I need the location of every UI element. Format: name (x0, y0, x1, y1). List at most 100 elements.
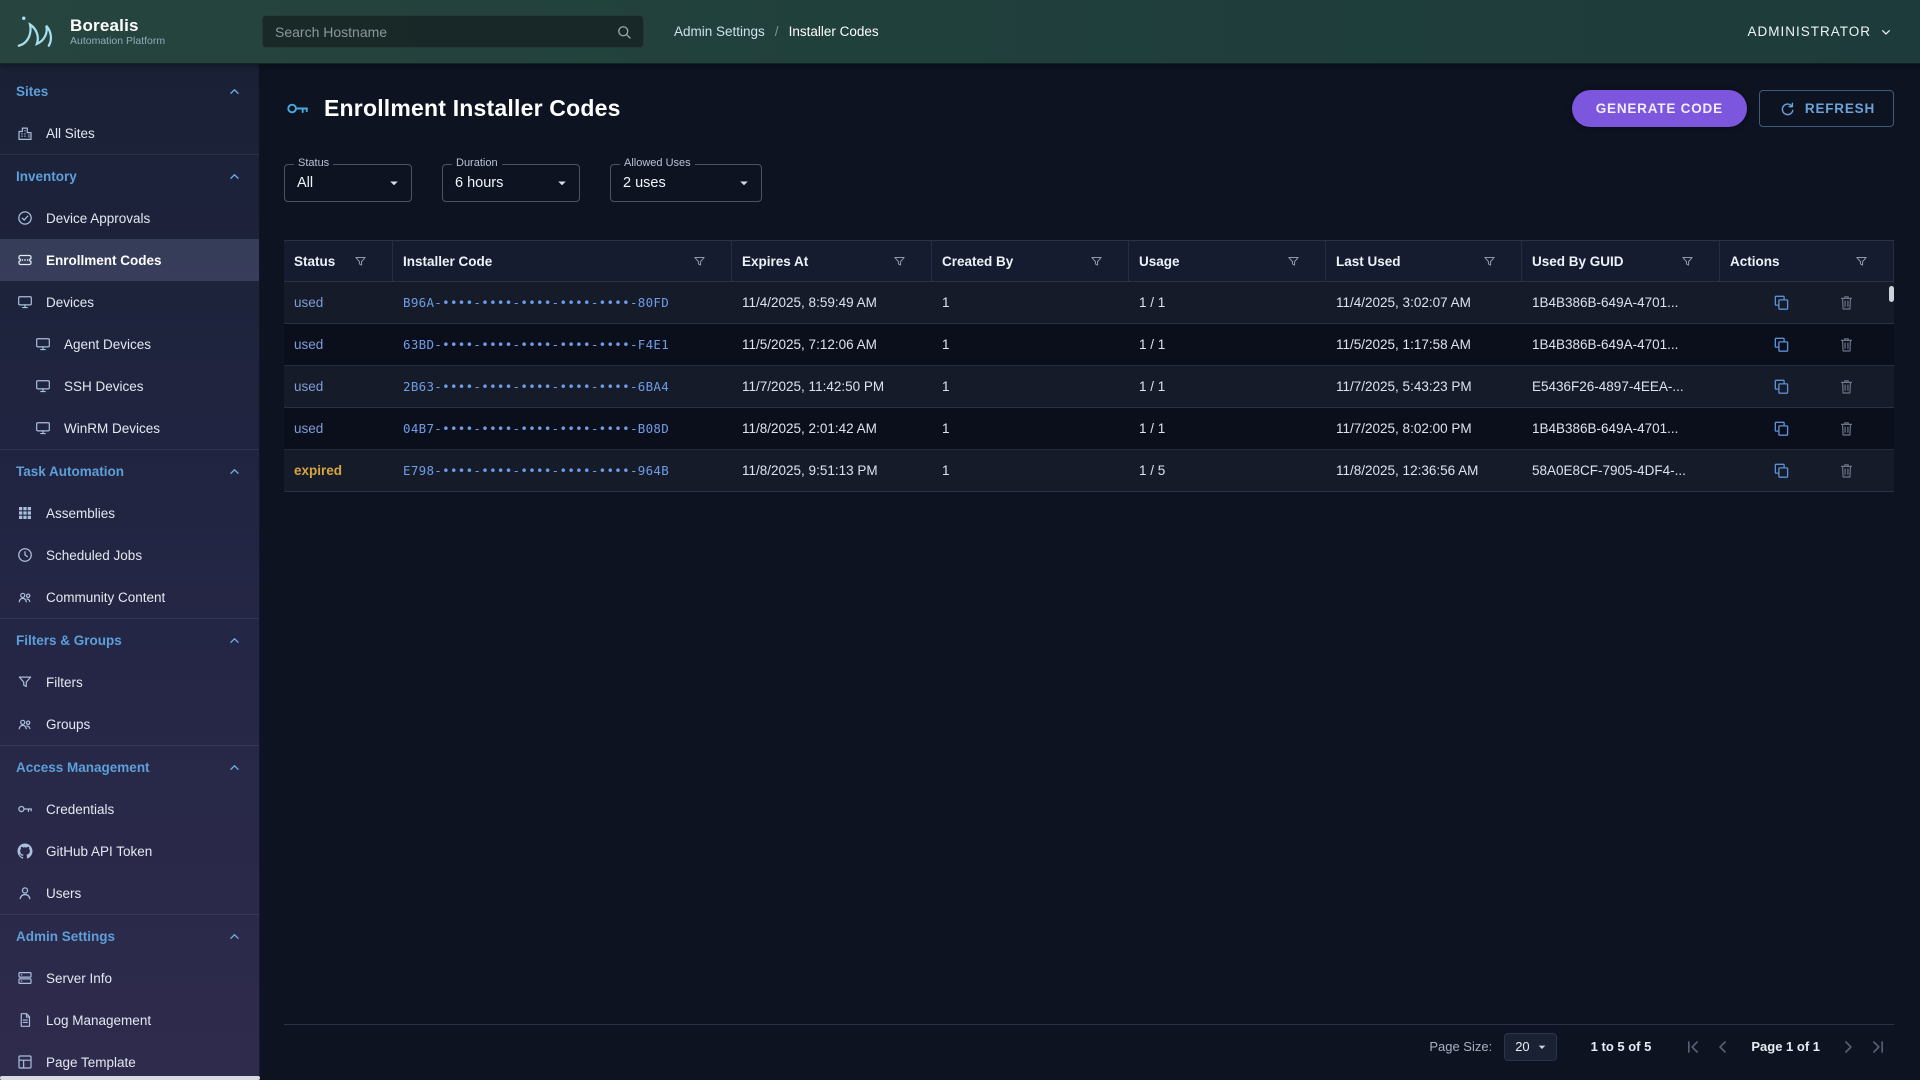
expires-at-cell: 11/4/2025, 8:59:49 AM (732, 295, 932, 310)
sidebar-item-device-approvals[interactable]: Device Approvals (0, 197, 259, 239)
borealis-logo-icon (10, 7, 60, 57)
sidebar-item-devices[interactable]: Devices (0, 281, 259, 323)
column-header-last-used[interactable]: Last Used (1326, 241, 1522, 281)
user-menu[interactable]: ADMINISTRATOR (1747, 24, 1894, 40)
delete-code-button[interactable] (1837, 461, 1856, 480)
sidebar-item-github-api-token[interactable]: GitHub API Token (0, 830, 259, 872)
copy-code-button[interactable] (1772, 461, 1791, 480)
installer-code-cell[interactable]: E798-••••-••••-••••-••••-••••-964B (393, 463, 732, 478)
table-row[interactable]: used B96A-••••-••••-••••-••••-••••-80FD … (284, 282, 1894, 324)
table-row[interactable]: expired E798-••••-••••-••••-••••-••••-96… (284, 450, 1894, 492)
sidebar-item-assemblies[interactable]: Assemblies (0, 492, 259, 534)
duration-filter-select[interactable]: Duration 6 hours (442, 164, 580, 202)
installer-code-cell[interactable]: 2B63-••••-••••-••••-••••-••••-6BA4 (393, 379, 732, 394)
app-subtitle: Automation Platform (70, 35, 165, 47)
copy-code-button[interactable] (1772, 335, 1791, 354)
column-header-installer-code[interactable]: Installer Code (393, 241, 732, 281)
previous-page-icon (1713, 1037, 1733, 1057)
installer-code-cell[interactable]: 63BD-••••-••••-••••-••••-••••-F4E1 (393, 337, 732, 352)
allowed-uses-filter-select[interactable]: Allowed Uses 2 uses (610, 164, 762, 202)
column-header-usage[interactable]: Usage (1129, 241, 1326, 281)
filter-icon[interactable] (1482, 254, 1497, 269)
next-page-button[interactable] (1836, 1035, 1860, 1059)
main-content: Enrollment Installer Codes GENERATE CODE… (260, 64, 1920, 1080)
filter-icon[interactable] (353, 254, 368, 269)
column-header-created-by[interactable]: Created By (932, 241, 1129, 281)
refresh-button[interactable]: REFRESH (1759, 90, 1894, 127)
breadcrumb-admin-settings[interactable]: Admin Settings (674, 24, 765, 39)
copy-code-button[interactable] (1772, 377, 1791, 396)
previous-page-button[interactable] (1711, 1035, 1735, 1059)
head-actions: GENERATE CODE REFRESH (1572, 90, 1894, 127)
column-header-actions[interactable]: Actions (1720, 241, 1894, 281)
last-page-button[interactable] (1866, 1035, 1890, 1059)
filter-icon[interactable] (692, 254, 707, 269)
sidebar-item-enrollment-codes[interactable]: Enrollment Codes (0, 239, 259, 281)
installer-code-cell[interactable]: B96A-••••-••••-••••-••••-••••-80FD (393, 295, 732, 310)
search-box[interactable] (262, 15, 644, 48)
search-input[interactable] (273, 23, 615, 41)
column-header-status[interactable]: Status (284, 241, 393, 281)
sidebar-item-log-management[interactable]: Log Management (0, 999, 259, 1041)
sidebar-item-agent-devices[interactable]: Agent Devices (0, 323, 259, 365)
sidebar-item-users[interactable]: Users (0, 872, 259, 914)
sidebar-section-header-task-automation[interactable]: Task Automation (0, 450, 259, 492)
first-page-button[interactable] (1681, 1035, 1705, 1059)
sidebar-item-server-info[interactable]: Server Info (0, 957, 259, 999)
key-icon (284, 95, 311, 122)
delete-code-button[interactable] (1837, 293, 1856, 312)
sidebar-section-task-automation: Task Automation Assemblies Scheduled Job… (0, 449, 259, 618)
sidebar-section-header-filters-groups[interactable]: Filters & Groups (0, 619, 259, 661)
dropdown-arrow-icon (385, 174, 403, 192)
sidebar-section-header-admin-settings[interactable]: Admin Settings (0, 915, 259, 957)
chevron-up-icon (226, 463, 243, 480)
filter-icon[interactable] (1089, 254, 1104, 269)
delete-code-button[interactable] (1837, 335, 1856, 354)
copy-code-button[interactable] (1772, 293, 1791, 312)
installer-code-cell[interactable]: 04B7-••••-••••-••••-••••-••••-B08D (393, 421, 732, 436)
table-row[interactable]: used 63BD-••••-••••-••••-••••-••••-F4E1 … (284, 324, 1894, 366)
sidebar-item-filters[interactable]: Filters (0, 661, 259, 703)
delete-code-button[interactable] (1837, 377, 1856, 396)
used-by-guid-cell: 1B4B386B-649A-4701... (1522, 337, 1720, 352)
vertical-scrollbar-thumb[interactable] (1889, 286, 1894, 302)
monitor-icon (34, 335, 52, 353)
sidebar-section-header-access-management[interactable]: Access Management (0, 746, 259, 788)
filter-icon[interactable] (1286, 254, 1301, 269)
table-row[interactable]: used 2B63-••••-••••-••••-••••-••••-6BA4 … (284, 366, 1894, 408)
breadcrumb-installer-codes[interactable]: Installer Codes (789, 24, 879, 39)
sidebar-item-scheduled-jobs[interactable]: Scheduled Jobs (0, 534, 259, 576)
sidebar-item-all-sites[interactable]: All Sites (0, 112, 259, 154)
column-header-expires-at[interactable]: Expires At (732, 241, 932, 281)
sidebar-item-community-content[interactable]: Community Content (0, 576, 259, 618)
expires-at-cell: 11/5/2025, 7:12:06 AM (732, 337, 932, 352)
sidebar-item-ssh-devices[interactable]: SSH Devices (0, 365, 259, 407)
horizontal-scrollbar-thumb[interactable] (0, 1076, 260, 1080)
table-row[interactable]: used 04B7-••••-••••-••••-••••-••••-B08D … (284, 408, 1894, 450)
copy-icon (1772, 335, 1791, 354)
sidebar-section-header-sites[interactable]: Sites (0, 70, 259, 112)
sidebar-item-label: Page Template (46, 1055, 136, 1070)
filter-icon[interactable] (892, 254, 907, 269)
column-header-used-by-guid[interactable]: Used By GUID (1522, 241, 1720, 281)
filter-icon[interactable] (1680, 254, 1695, 269)
chevron-up-icon (226, 928, 243, 945)
filter-icon[interactable] (1854, 254, 1869, 269)
created-by-cell: 1 (932, 337, 1129, 352)
sidebar-item-page-template[interactable]: Page Template (0, 1041, 259, 1080)
sidebar-item-label: Device Approvals (46, 211, 150, 226)
delete-code-button[interactable] (1837, 419, 1856, 438)
section-label: Filters & Groups (16, 633, 122, 648)
generate-code-button[interactable]: GENERATE CODE (1572, 90, 1747, 127)
sidebar-item-winrm-devices[interactable]: WinRM Devices (0, 407, 259, 449)
created-by-cell: 1 (932, 379, 1129, 394)
copy-code-button[interactable] (1772, 419, 1791, 438)
status-filter-select[interactable]: Status All (284, 164, 412, 202)
sidebar-item-groups[interactable]: Groups (0, 703, 259, 745)
title-wrap: Enrollment Installer Codes (284, 95, 621, 122)
sidebar-section-header-inventory[interactable]: Inventory (0, 155, 259, 197)
page-size-select[interactable]: 20 (1504, 1033, 1556, 1061)
people-icon (16, 715, 34, 733)
sidebar-item-credentials[interactable]: Credentials (0, 788, 259, 830)
dropdown-arrow-icon (735, 174, 753, 192)
